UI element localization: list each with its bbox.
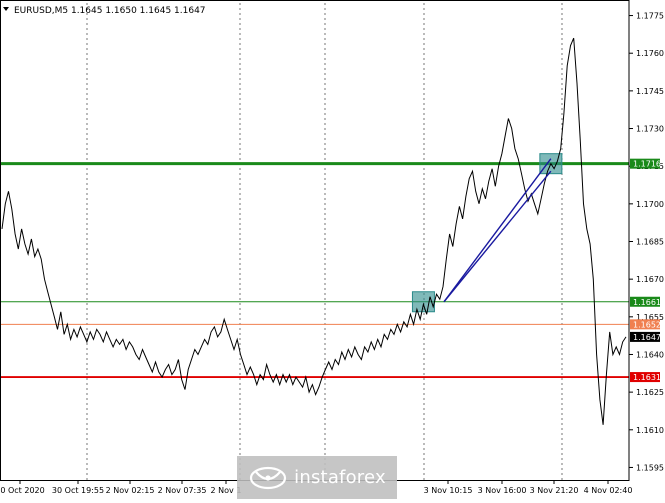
price-series-line: [1, 37, 627, 425]
level-price-label: 1.1652: [633, 320, 661, 329]
series-layer: [1, 37, 627, 425]
highlight-box-layer: [411, 153, 563, 313]
level-price-label: 1.1661: [633, 298, 661, 307]
dropdown-triangle-icon[interactable]: [3, 7, 9, 11]
watermark: instaforex: [237, 456, 397, 499]
y-tick-label: 1.1685: [636, 238, 664, 247]
y-tick-label: 1.1640: [636, 350, 664, 359]
y-tick-label: 1.1745: [636, 87, 664, 96]
level-layer: [0, 162, 629, 378]
axis-layer: 1.17751.17601.17451.17301.17151.17001.16…: [0, 0, 664, 495]
grid-layer: [86, 3, 563, 480]
y-tick-label: 1.1760: [636, 49, 664, 58]
y-tick-label: 1.1595: [636, 463, 664, 472]
trendline: [443, 170, 552, 303]
x-tick-label: 3 Nov 16:00: [478, 486, 527, 495]
level-price-label: 1.1647: [633, 333, 661, 342]
y-tick-label: 1.1625: [636, 388, 664, 397]
symbol-header: EURUSD,M5 1.1645 1.1650 1.1645 1.1647: [14, 6, 206, 16]
y-tick-label: 1.1700: [636, 200, 664, 209]
watermark-text: instaforex: [294, 467, 386, 488]
trendline-layer: [443, 158, 552, 303]
x-tick-label: 30 Oct 2020: [0, 486, 45, 495]
trendline: [443, 158, 552, 303]
price-chart: 1.17751.17601.17451.17301.17151.17001.16…: [0, 0, 665, 499]
plot-frame: [0, 0, 630, 481]
x-tick-label: 2 Nov 02:15: [106, 486, 155, 495]
chart-header: EURUSD,M5 1.1645 1.1650 1.1645 1.1647: [3, 6, 206, 16]
x-tick-label: 3 Nov 21:20: [530, 486, 579, 495]
instaforex-logo-icon: [250, 466, 287, 489]
x-tick-label: 4 Nov 02:40: [584, 486, 633, 495]
x-tick-label: 3 Nov 10:15: [424, 486, 473, 495]
chart-svg: 1.17751.17601.17451.17301.17151.17001.16…: [0, 0, 664, 495]
y-tick-label: 1.1730: [636, 125, 664, 134]
y-tick-label: 1.1670: [636, 275, 664, 284]
level-price-label: 1.1631: [633, 373, 661, 382]
level-price-label: 1.1716: [633, 160, 661, 169]
y-tick-label: 1.1775: [636, 12, 664, 21]
y-tick-label: 1.1610: [636, 426, 664, 435]
x-tick-label: 2 Nov 07:35: [158, 486, 207, 495]
x-tick-label: 30 Oct 19:55: [52, 486, 104, 495]
